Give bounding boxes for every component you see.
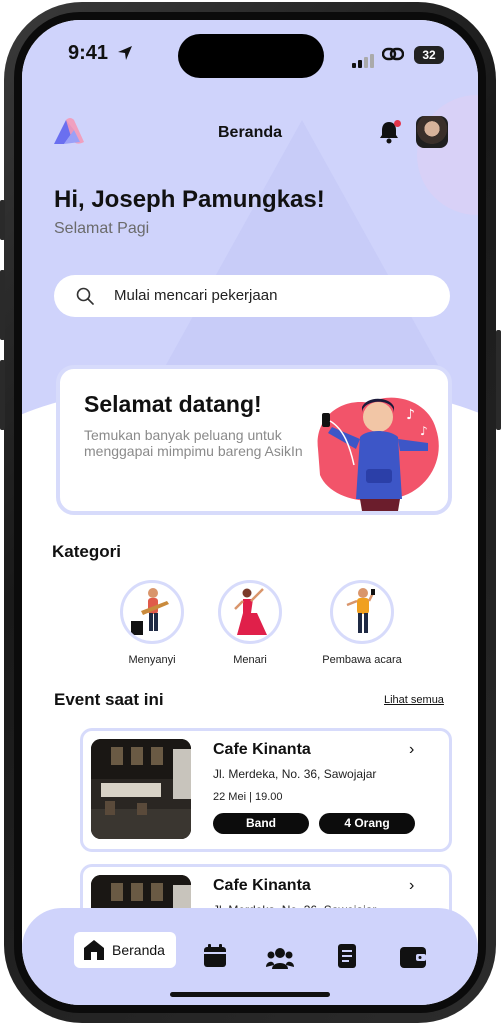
chevron-right-icon[interactable]: › <box>409 741 414 759</box>
svg-text:♪: ♪ <box>420 424 428 438</box>
category-pembawa-acara[interactable]: Pembawa acara <box>312 580 412 666</box>
bottom-tab-bar: Beranda <box>22 908 478 1005</box>
dynamic-island <box>178 34 324 78</box>
event-address: Jl. Merdeka, No. 36, Sawojajar <box>213 767 377 781</box>
calendar-icon[interactable] <box>202 938 228 974</box>
document-icon[interactable] <box>338 938 356 974</box>
search-input[interactable] <box>114 275 434 317</box>
welcome-text: Temukan banyak peluang untuk menggapai m… <box>84 427 303 459</box>
user-avatar[interactable] <box>416 116 448 148</box>
see-all-link[interactable]: Lihat semua <box>384 694 444 706</box>
phone-mockup: 9:41 32 Beranda Hi, Joseph Pamungkas! Se… <box>0 0 501 1025</box>
host-microphone-icon <box>346 588 375 633</box>
tab-beranda[interactable]: Beranda <box>74 932 176 968</box>
event-name: Cafe Kinanta <box>213 877 311 894</box>
people-icon[interactable] <box>266 940 294 976</box>
category-label: Menari <box>233 654 267 666</box>
hero-decor-triangle <box>152 120 452 390</box>
category-bubble <box>330 580 394 644</box>
greeting-title: Hi, Joseph Pamungkas! <box>54 186 325 213</box>
phone-side-button <box>0 270 5 340</box>
tab-label: Beranda <box>112 942 165 958</box>
event-tag-badge: Band <box>213 813 309 834</box>
welcome-card: Selamat datang! Temukan banyak peluang u… <box>56 365 452 515</box>
category-menari[interactable]: Menari <box>200 580 300 666</box>
svg-text:♪: ♪ <box>406 407 415 423</box>
event-people-badge: 4 Orang <box>319 813 415 834</box>
phone-side-button <box>0 200 5 240</box>
home-indicator[interactable] <box>170 992 330 997</box>
wallet-icon[interactable] <box>400 938 426 974</box>
dancer-icon <box>234 588 267 635</box>
category-menyanyi[interactable]: Menyanyi <box>102 580 202 666</box>
app-bar: Beranda <box>22 116 478 156</box>
chevron-right-icon[interactable]: › <box>409 877 414 895</box>
link-icon <box>382 47 404 61</box>
status-time: 9:41 <box>68 42 109 64</box>
phone-side-button <box>0 360 5 430</box>
categories-title: Kategori <box>52 542 121 561</box>
event-cafe-image <box>91 739 191 839</box>
category-bubble <box>120 580 184 644</box>
search-icon <box>76 287 94 305</box>
category-label: Menyanyi <box>128 654 176 666</box>
page-title: Beranda <box>217 124 283 141</box>
cellular-signal-icon <box>352 50 376 68</box>
event-datetime: 22 Mei | 19.00 <box>213 791 283 803</box>
category-bubble <box>218 580 282 644</box>
phone-side-button <box>496 330 501 430</box>
home-icon <box>84 940 104 960</box>
music-listener-illustration: ♪ ♪ <box>317 397 439 511</box>
welcome-title: Selamat datang! <box>84 391 262 417</box>
search-bar[interactable] <box>54 275 450 317</box>
notification-dot <box>394 120 401 127</box>
guitarist-icon <box>131 588 169 635</box>
event-card[interactable]: Cafe Kinanta › Jl. Merdeka, No. 36, Sawo… <box>80 728 452 852</box>
event-name: Cafe Kinanta <box>213 741 311 758</box>
app-screen: 9:41 32 Beranda Hi, Joseph Pamungkas! Se… <box>22 20 478 1005</box>
location-arrow-icon <box>118 46 132 60</box>
status-bar: 9:41 32 <box>22 34 478 78</box>
greeting-subtitle: Selamat Pagi <box>54 220 150 237</box>
category-label: Pembawa acara <box>322 654 402 666</box>
battery-indicator: 32 <box>414 46 444 64</box>
events-title: Event saat ini <box>54 690 164 709</box>
